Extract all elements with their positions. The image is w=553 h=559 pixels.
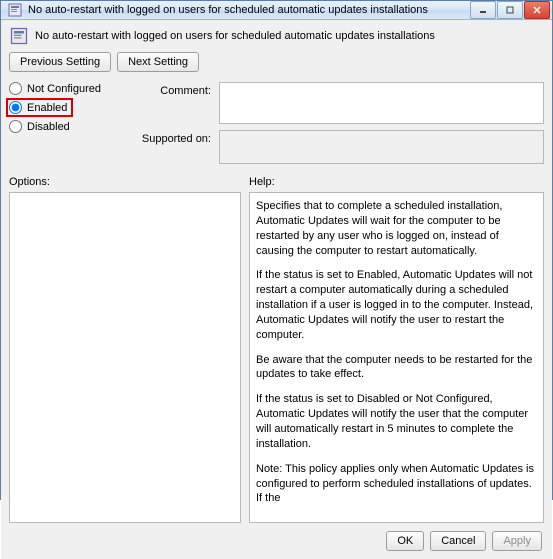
- comment-input[interactable]: [219, 82, 544, 124]
- radio-disabled-label[interactable]: Disabled: [27, 121, 70, 133]
- help-paragraph: Be aware that the computer needs to be r…: [256, 353, 537, 383]
- footer-buttons: OK Cancel Apply: [9, 523, 544, 553]
- help-paragraph: Specifies that to complete a scheduled i…: [256, 199, 537, 258]
- maximize-button[interactable]: [497, 1, 523, 19]
- radio-enabled-highlight: Enabled: [6, 98, 73, 117]
- radio-disabled[interactable]: Disabled: [9, 120, 115, 133]
- settings-grid: Not Configured Enabled Disabled Comment:: [9, 82, 544, 164]
- ok-button[interactable]: OK: [386, 531, 424, 551]
- policy-title: No auto-restart with logged on users for…: [35, 30, 435, 42]
- help-paragraph: If the status is set to Enabled, Automat…: [256, 268, 537, 342]
- cancel-button[interactable]: Cancel: [430, 531, 486, 551]
- fields-column: Comment: Supported on:: [129, 82, 544, 164]
- help-column: Help: Specifies that to complete a sched…: [249, 176, 544, 523]
- supported-label: Supported on:: [129, 130, 211, 164]
- comment-row: Comment:: [129, 82, 544, 124]
- dialog-window: No auto-restart with logged on users for…: [0, 0, 553, 500]
- radio-enabled[interactable]: Enabled: [9, 101, 115, 114]
- previous-setting-button[interactable]: Previous Setting: [9, 52, 111, 72]
- content-area: No auto-restart with logged on users for…: [1, 20, 552, 559]
- nav-buttons: Previous Setting Next Setting: [9, 52, 544, 72]
- apply-button[interactable]: Apply: [492, 531, 542, 551]
- radio-enabled-label[interactable]: Enabled: [27, 102, 67, 114]
- titlebar: No auto-restart with logged on users for…: [1, 1, 552, 20]
- window-controls: [470, 1, 550, 19]
- next-setting-button[interactable]: Next Setting: [117, 52, 199, 72]
- help-label: Help:: [249, 176, 544, 188]
- options-label: Options:: [9, 176, 241, 188]
- options-column: Options:: [9, 176, 241, 523]
- window-title: No auto-restart with logged on users for…: [28, 4, 470, 16]
- header-row: No auto-restart with logged on users for…: [9, 26, 544, 46]
- panels-row: Options: Help: Specifies that to complet…: [9, 176, 544, 523]
- radio-enabled-input[interactable]: [9, 101, 22, 114]
- options-panel: [9, 192, 241, 523]
- minimize-button[interactable]: [470, 1, 496, 19]
- help-panel[interactable]: Specifies that to complete a scheduled i…: [249, 192, 544, 523]
- help-paragraph: If the status is set to Disabled or Not …: [256, 392, 537, 451]
- radio-not-configured[interactable]: Not Configured: [9, 82, 115, 95]
- radio-disabled-input[interactable]: [9, 120, 22, 133]
- radio-not-configured-label[interactable]: Not Configured: [27, 83, 101, 95]
- radio-not-configured-input[interactable]: [9, 82, 22, 95]
- supported-row: Supported on:: [129, 130, 544, 164]
- policy-icon: [7, 2, 23, 18]
- comment-label: Comment:: [129, 82, 211, 124]
- policy-icon: [9, 26, 29, 46]
- close-button[interactable]: [524, 1, 550, 19]
- state-radios: Not Configured Enabled Disabled: [9, 82, 115, 164]
- supported-on-box: [219, 130, 544, 164]
